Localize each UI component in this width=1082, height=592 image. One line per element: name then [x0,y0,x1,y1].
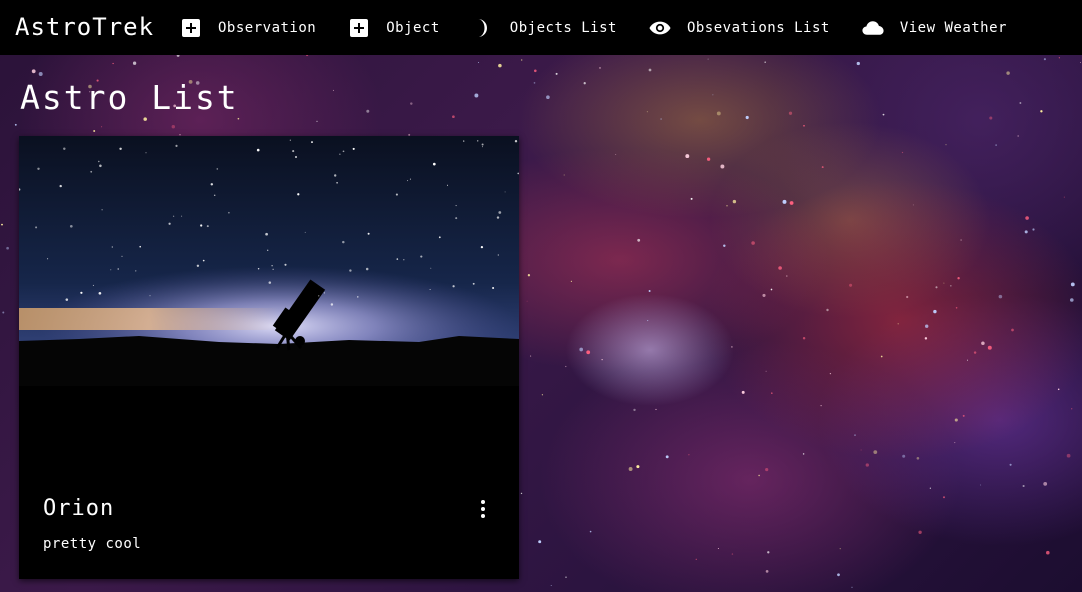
top-navbar: AstroTrek Observation Object Objects Lis… [0,0,1082,55]
page-title: Astro List [20,78,239,117]
moon-icon [472,17,494,39]
nav-item-observation[interactable]: Observation [180,17,316,39]
nav-item-label: Obsevations List [686,19,830,36]
plus-box-icon [348,17,370,39]
card-title: Orion [43,496,115,521]
nav-item-label: Observation [218,19,317,36]
card-description: pretty cool [43,536,142,552]
nav-item-label: Objects List [509,19,617,36]
nav-item-observations-list[interactable]: Obsevations List [649,17,830,39]
cloud-icon [862,17,884,39]
more-vert-icon[interactable] [475,498,491,520]
nav-item-object[interactable]: Object [348,17,440,39]
card-image [19,136,519,556]
nav-item-view-weather[interactable]: View Weather [862,17,1007,39]
nav-item-label: Object [386,19,440,36]
app-brand[interactable]: AstroTrek [0,5,180,49]
eye-icon [649,17,671,39]
nav-item-objects-list[interactable]: Objects List [472,17,617,39]
plus-box-icon [180,17,202,39]
astro-card[interactable]: Orion pretty cool [19,136,519,579]
nav-item-label: View Weather [899,19,1007,36]
